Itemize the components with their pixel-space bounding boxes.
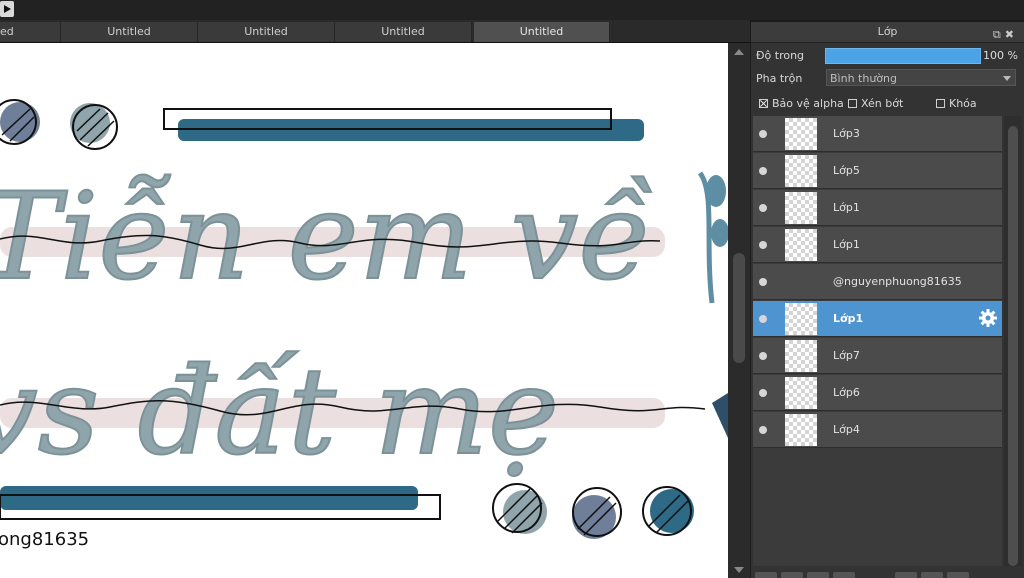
duplicate-layer-button[interactable] bbox=[807, 572, 829, 578]
layer-name: Lớp6 bbox=[833, 386, 860, 399]
layer-name: Lớp4 bbox=[833, 423, 860, 436]
opacity-label: Độ trong bbox=[756, 49, 805, 62]
circle-teal-bottom bbox=[650, 489, 694, 533]
scroll-up-icon[interactable] bbox=[734, 49, 744, 55]
layer-name: Lớp5 bbox=[833, 164, 860, 177]
top-toolbar bbox=[0, 0, 1024, 20]
artist-signature: ong81635 bbox=[0, 529, 89, 550]
canvas-vertical-scrollbar[interactable] bbox=[728, 43, 750, 578]
visibility-icon[interactable] bbox=[759, 426, 767, 434]
layer-panel: Lớp ⧉✖ Độ trong 100 % Pha trộn Bình thườ… bbox=[751, 22, 1024, 578]
tab-document-5-active[interactable]: Untitled bbox=[474, 22, 610, 42]
layer-list-scrollbar[interactable] bbox=[1004, 116, 1022, 566]
layer-thumbnail bbox=[785, 118, 817, 150]
opacity-value: 100 % bbox=[983, 49, 1018, 62]
clip-label: Xén bớt bbox=[861, 97, 904, 110]
tab-document-1[interactable]: ed bbox=[0, 22, 61, 42]
gear-icon[interactable] bbox=[978, 308, 998, 328]
blend-mode-select[interactable]: Bình thường bbox=[826, 69, 1016, 86]
scroll-down-icon[interactable] bbox=[734, 567, 744, 573]
bottom-teal-bar bbox=[0, 486, 418, 510]
lettering-line-2: vs đất mẹ bbox=[0, 343, 559, 482]
protect-alpha-label: Bảo vệ alpha bbox=[772, 97, 844, 110]
popout-icon[interactable]: ⧉ bbox=[993, 28, 1005, 41]
layer-thumbnail bbox=[785, 192, 817, 224]
lock-checkbox[interactable]: Khóa bbox=[936, 97, 977, 110]
document-tab-bar: ed Untitled Untitled Untitled Untitled bbox=[0, 20, 750, 43]
scroll-thumb[interactable] bbox=[733, 253, 745, 363]
panel-title-text: Lớp bbox=[877, 25, 898, 38]
blend-mode-label: Pha trộn bbox=[756, 72, 803, 85]
drawing-canvas[interactable]: Tiễn em về vs đất mẹ ong81635 bbox=[0, 43, 728, 578]
panel-title: Lớp ⧉✖ bbox=[751, 22, 1024, 43]
visibility-icon[interactable] bbox=[759, 204, 767, 212]
visibility-icon[interactable] bbox=[759, 315, 767, 323]
layer-option-button[interactable] bbox=[895, 572, 917, 578]
layer-name: Lớp3 bbox=[833, 127, 860, 140]
tab-document-4[interactable]: Untitled bbox=[335, 22, 472, 42]
tab-label: Untitled bbox=[244, 25, 288, 38]
layer-thumbnail bbox=[785, 414, 817, 446]
tab-label: ed bbox=[0, 25, 14, 38]
tab-label: Untitled bbox=[107, 25, 151, 38]
tab-document-3[interactable]: Untitled bbox=[198, 22, 335, 42]
leaf-dark bbox=[712, 393, 728, 438]
new-layer-button[interactable] bbox=[755, 572, 777, 578]
layer-thumbnail bbox=[785, 377, 817, 409]
leaf bbox=[706, 175, 726, 207]
circle-slate bbox=[0, 102, 40, 142]
layer-list: Lớp3 Lớp5 Lớp1 Lớp1 @nguyenphuong81635 L… bbox=[753, 116, 1002, 566]
layer-item[interactable]: Lớp3 bbox=[753, 116, 1002, 152]
layer-thumbnail bbox=[785, 303, 817, 335]
layer-thumbnail bbox=[785, 229, 817, 261]
delete-layer-button[interactable] bbox=[947, 572, 969, 578]
close-icon[interactable]: ✖ bbox=[1005, 28, 1018, 41]
visibility-icon[interactable] bbox=[759, 241, 767, 249]
layer-thumbnail bbox=[785, 266, 817, 298]
layer-name: Lớp7 bbox=[833, 349, 860, 362]
visibility-icon[interactable] bbox=[759, 389, 767, 397]
layer-item[interactable]: Lớp1 bbox=[753, 227, 1002, 263]
layer-thumbnail bbox=[785, 340, 817, 372]
layer-name: Lớp1 bbox=[833, 238, 860, 251]
chevron-down-icon bbox=[1003, 76, 1011, 81]
layer-name: Lớp1 bbox=[833, 201, 860, 214]
blend-mode-value: Bình thường bbox=[830, 72, 897, 85]
play-icon[interactable] bbox=[0, 1, 14, 17]
lettering-line-1: Tiễn em về bbox=[0, 168, 652, 307]
tab-label: Untitled bbox=[381, 25, 425, 38]
protect-alpha-checkbox[interactable]: Bảo vệ alpha bbox=[759, 97, 844, 110]
layer-name: Lớp1 bbox=[833, 312, 864, 325]
layer-item[interactable]: Lớp7 bbox=[753, 338, 1002, 374]
layer-item[interactable]: Lớp1 bbox=[753, 190, 1002, 226]
visibility-icon[interactable] bbox=[759, 278, 767, 286]
checkbox-empty-icon bbox=[936, 99, 945, 108]
new-folder-button[interactable] bbox=[781, 572, 803, 578]
checkbox-empty-icon bbox=[848, 99, 857, 108]
scroll-thumb[interactable] bbox=[1008, 126, 1018, 566]
visibility-icon[interactable] bbox=[759, 130, 767, 138]
artwork: Tiễn em về vs đất mẹ ong81635 bbox=[0, 99, 728, 550]
visibility-icon[interactable] bbox=[759, 352, 767, 360]
clear-layer-button[interactable] bbox=[921, 572, 943, 578]
layer-item-selected[interactable]: Lớp1 bbox=[753, 301, 1002, 337]
layer-item[interactable]: Lớp5 bbox=[753, 153, 1002, 189]
leaf bbox=[711, 219, 728, 247]
layer-thumbnail bbox=[785, 155, 817, 187]
layer-name: @nguyenphuong81635 bbox=[833, 275, 962, 288]
layer-item[interactable]: Lớp4 bbox=[753, 412, 1002, 448]
layer-panel-toolbar bbox=[751, 572, 1024, 578]
visibility-icon[interactable] bbox=[759, 167, 767, 175]
opacity-slider[interactable] bbox=[825, 48, 981, 64]
layer-item[interactable]: Lớp6 bbox=[753, 375, 1002, 411]
clip-checkbox[interactable]: Xén bớt bbox=[848, 97, 903, 110]
merge-layer-button[interactable] bbox=[833, 572, 855, 578]
lock-label: Khóa bbox=[949, 97, 977, 110]
layer-item[interactable]: @nguyenphuong81635 bbox=[753, 264, 1002, 300]
checkbox-checked-icon bbox=[759, 99, 768, 108]
tab-document-2[interactable]: Untitled bbox=[61, 22, 198, 42]
tab-label: Untitled bbox=[519, 25, 564, 38]
